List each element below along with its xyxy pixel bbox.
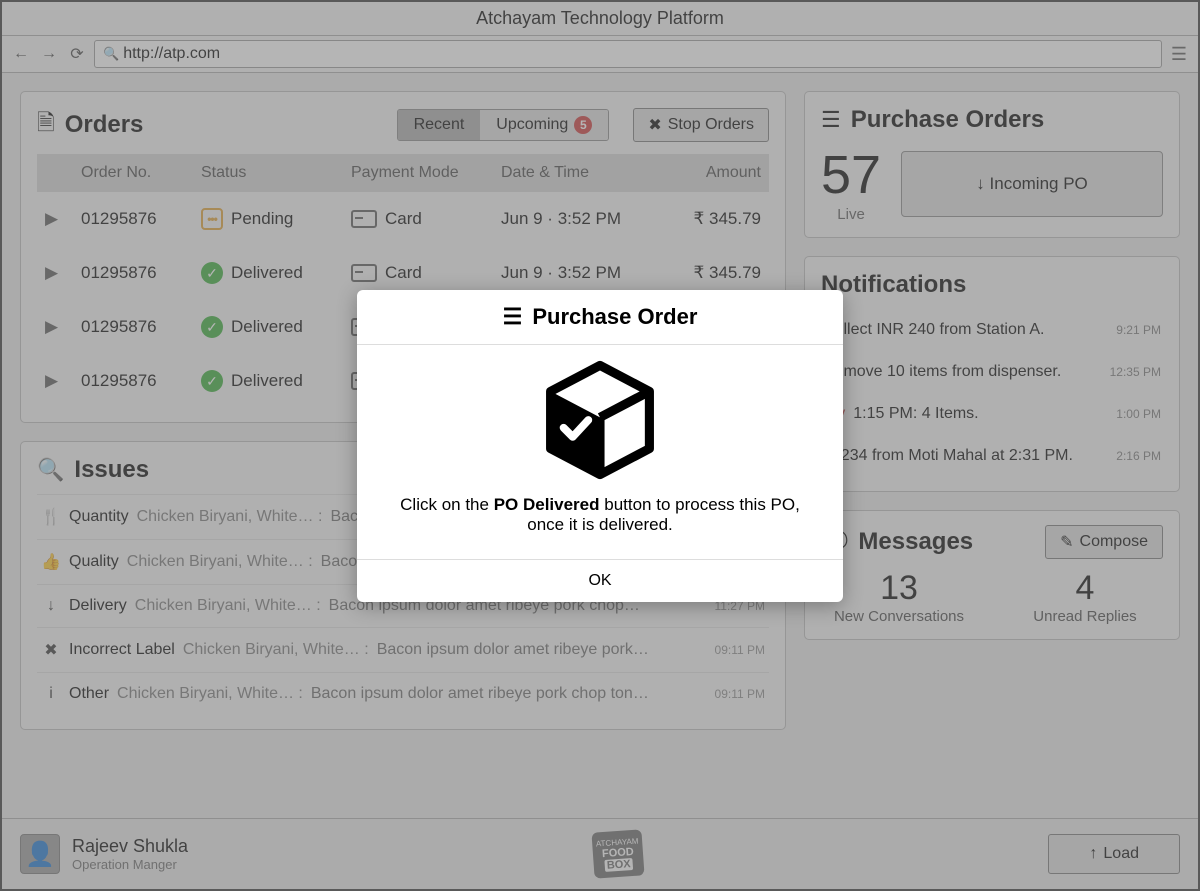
modal-ok-button[interactable]: OK xyxy=(357,559,843,602)
modal-title: Purchase Order xyxy=(532,304,697,330)
modal-overlay[interactable]: ☰ Purchase Order Click on the PO Deliver… xyxy=(0,0,1200,891)
package-icon xyxy=(535,355,665,485)
purchase-order-modal: ☰ Purchase Order Click on the PO Deliver… xyxy=(357,290,843,602)
modal-message: Click on the PO Delivered button to proc… xyxy=(387,495,813,535)
list-icon: ☰ xyxy=(503,304,523,330)
